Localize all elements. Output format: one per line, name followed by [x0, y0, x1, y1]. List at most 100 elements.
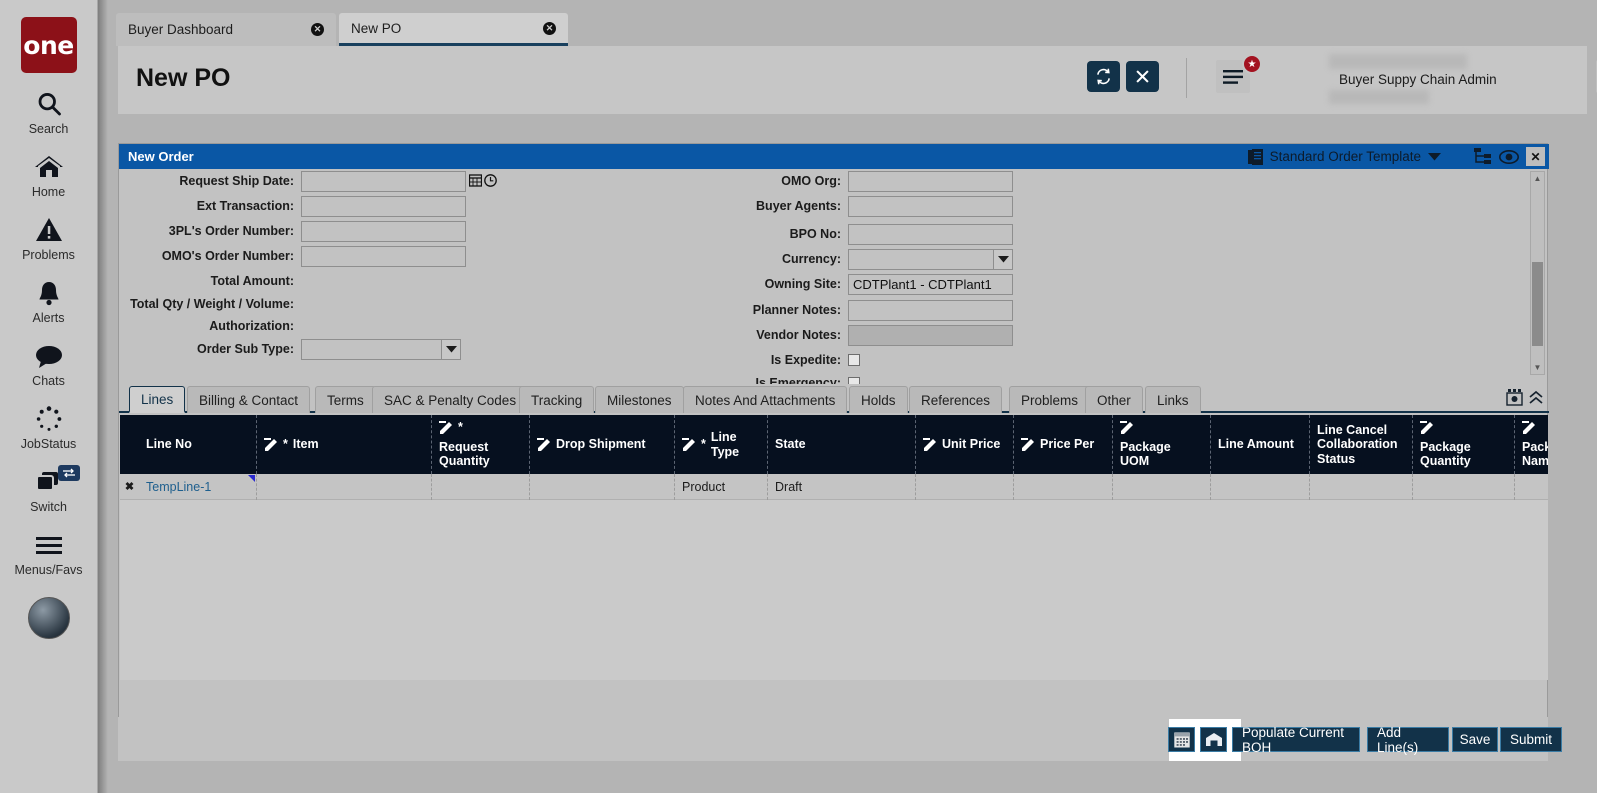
- sidebar-item-chats[interactable]: Chats: [0, 341, 98, 388]
- eye-icon[interactable]: [1499, 149, 1519, 164]
- column-label: Line No: [146, 437, 192, 452]
- omo-org-input[interactable]: [848, 170, 1013, 192]
- one-logo[interactable]: one: [20, 17, 77, 73]
- buyer-agents-input[interactable]: [848, 195, 1013, 217]
- template-name[interactable]: Standard Order Template: [1270, 149, 1421, 164]
- save-button[interactable]: Save: [1452, 727, 1498, 752]
- tab-holds[interactable]: Holds: [849, 386, 908, 413]
- field-label: Is Emergency:: [755, 376, 841, 384]
- sidebar-item-problems[interactable]: Problems: [0, 215, 98, 262]
- grid-header-line-no[interactable]: Line No: [139, 415, 257, 474]
- cell-line-no[interactable]: TempLine-1: [139, 473, 257, 500]
- request-ship-date-input[interactable]: [301, 170, 466, 192]
- tab-tracking[interactable]: Tracking: [519, 386, 595, 413]
- sidebar-item-menus-favs[interactable]: Menus/Favs: [0, 530, 98, 577]
- grid-header-package-quantity[interactable]: Package Quantity: [1413, 415, 1515, 474]
- line-no-link[interactable]: TempLine-1: [146, 480, 211, 494]
- column-label: Drop Shipment: [556, 437, 646, 452]
- owning-site-input[interactable]: [848, 273, 1013, 295]
- browser-tab-strip: Buyer Dashboard ✕ New PO ✕: [108, 13, 1597, 48]
- tab-billing-contact[interactable]: Billing & Contact: [187, 386, 311, 413]
- browser-tab-new-po[interactable]: New PO ✕: [339, 13, 568, 46]
- grid-header-price-per[interactable]: Price Per: [1014, 415, 1113, 474]
- panel-close-button[interactable]: ✕: [1526, 147, 1545, 166]
- submit-button[interactable]: Submit: [1500, 727, 1562, 752]
- tab-references[interactable]: References: [909, 386, 1003, 413]
- sidebar-item-jobstatus[interactable]: JobStatus: [0, 404, 98, 451]
- field-currency: Currency:: [679, 248, 1013, 270]
- grid-settings-icon[interactable]: [1506, 389, 1523, 406]
- grid-header-line-amount[interactable]: Line Amount: [1211, 415, 1310, 474]
- populate-current-boh-button[interactable]: Populate Current BOH: [1232, 725, 1360, 755]
- collapse-up-icon[interactable]: [1529, 390, 1543, 405]
- sidebar-item-search[interactable]: Search: [0, 89, 98, 136]
- browser-tab-buyer-dashboard[interactable]: Buyer Dashboard ✕: [116, 13, 336, 46]
- ext-transaction-input[interactable]: [301, 195, 466, 217]
- grid-header-drop-shipment[interactable]: Drop Shipment: [530, 415, 675, 474]
- sidebar-item-switch[interactable]: Switch: [0, 465, 98, 514]
- cell-drop-shipment[interactable]: [530, 473, 675, 500]
- calendar-action-button[interactable]: [1168, 727, 1195, 752]
- currency-select[interactable]: [848, 248, 1013, 270]
- cell-package-uom[interactable]: [1113, 473, 1211, 500]
- cell-item[interactable]: [257, 473, 432, 500]
- table-row[interactable]: ✖ TempLine-1 Product Draft: [120, 473, 1548, 500]
- close-icon[interactable]: ✕: [271, 23, 324, 36]
- tab-links[interactable]: Links: [1145, 386, 1201, 413]
- grid-header-request-quantity[interactable]: * Request Quantity: [432, 415, 530, 474]
- user-block[interactable]: Buyer Suppy Chain Admin: [1323, 54, 1588, 106]
- warehouse-action-button[interactable]: [1200, 727, 1227, 752]
- delete-row-button[interactable]: ✖: [120, 474, 139, 500]
- tab-milestones[interactable]: Milestones: [595, 386, 684, 413]
- edit-pencil-icon: [923, 437, 937, 452]
- grid-header-package-uom[interactable]: Package UOM: [1113, 415, 1211, 474]
- planner-notes-input[interactable]: [848, 299, 1013, 321]
- omo-order-number-input[interactable]: [301, 245, 466, 267]
- 3pl-order-number-input[interactable]: [301, 220, 466, 242]
- bpo-no-input[interactable]: [848, 223, 1013, 245]
- grid-header-line-cancel-collaboration-status[interactable]: Line Cancel Collaboration Status: [1310, 415, 1413, 474]
- cell-request-quantity[interactable]: [432, 473, 530, 500]
- add-lines-button[interactable]: Add Line(s): [1367, 725, 1449, 755]
- grid-header-state[interactable]: State: [768, 415, 916, 474]
- calendar-icon[interactable]: [469, 173, 482, 187]
- scroll-down-arrow[interactable]: ▼: [1531, 361, 1544, 374]
- tab-other[interactable]: Other: [1085, 386, 1143, 413]
- cell-unit-price[interactable]: [916, 473, 1014, 500]
- grid-header-line-type[interactable]: * Line Type: [675, 415, 768, 474]
- grid-header-package-name[interactable]: Package Name: [1515, 415, 1548, 474]
- cell-line-type[interactable]: Product: [675, 473, 768, 500]
- grid-header-unit-price[interactable]: Unit Price: [916, 415, 1014, 474]
- is-emergency-checkbox[interactable]: [848, 377, 860, 384]
- sidebar-item-alerts[interactable]: Alerts: [0, 278, 98, 325]
- is-expedite-checkbox[interactable]: [848, 354, 860, 366]
- tab-notes-and-attachments[interactable]: Notes And Attachments: [683, 386, 848, 413]
- scroll-up-arrow[interactable]: ▲: [1531, 172, 1544, 185]
- tab-lines[interactable]: Lines: [129, 386, 186, 413]
- grid-header-item[interactable]: * Item: [257, 415, 432, 474]
- field-planner-notes: Planner Notes:: [679, 299, 1013, 321]
- chevron-down-icon[interactable]: [1428, 152, 1441, 161]
- notification-star-badge[interactable]: ★: [1242, 54, 1262, 74]
- clock-icon[interactable]: [484, 173, 497, 187]
- close-window-button[interactable]: [1126, 61, 1159, 92]
- tab-problems[interactable]: Problems: [1009, 386, 1091, 413]
- field-vendor-notes: Vendor Notes:: [679, 324, 1013, 346]
- close-icon[interactable]: ✕: [503, 21, 556, 35]
- refresh-button[interactable]: [1087, 61, 1120, 92]
- tab-terms[interactable]: Terms: [315, 386, 376, 413]
- document-template-icon[interactable]: [1247, 148, 1263, 165]
- cell-package-quantity[interactable]: [1413, 473, 1515, 500]
- field-owning-site: Owning Site:: [679, 273, 1013, 295]
- scroll-thumb[interactable]: [1532, 262, 1543, 346]
- cell-package-name[interactable]: [1515, 474, 1548, 500]
- cell-price-per[interactable]: [1014, 473, 1113, 500]
- switch-toggle-badge[interactable]: [57, 465, 80, 481]
- form-vertical-scrollbar[interactable]: ▲ ▼: [1530, 171, 1545, 375]
- order-sub-type-select[interactable]: [301, 338, 461, 360]
- avatar[interactable]: [27, 597, 70, 639]
- column-label: Line Cancel Collaboration Status: [1317, 422, 1398, 466]
- hierarchy-icon[interactable]: [1473, 148, 1492, 165]
- tab-sac-penalty-codes[interactable]: SAC & Penalty Codes: [372, 386, 529, 413]
- sidebar-item-home[interactable]: Home: [0, 152, 98, 199]
